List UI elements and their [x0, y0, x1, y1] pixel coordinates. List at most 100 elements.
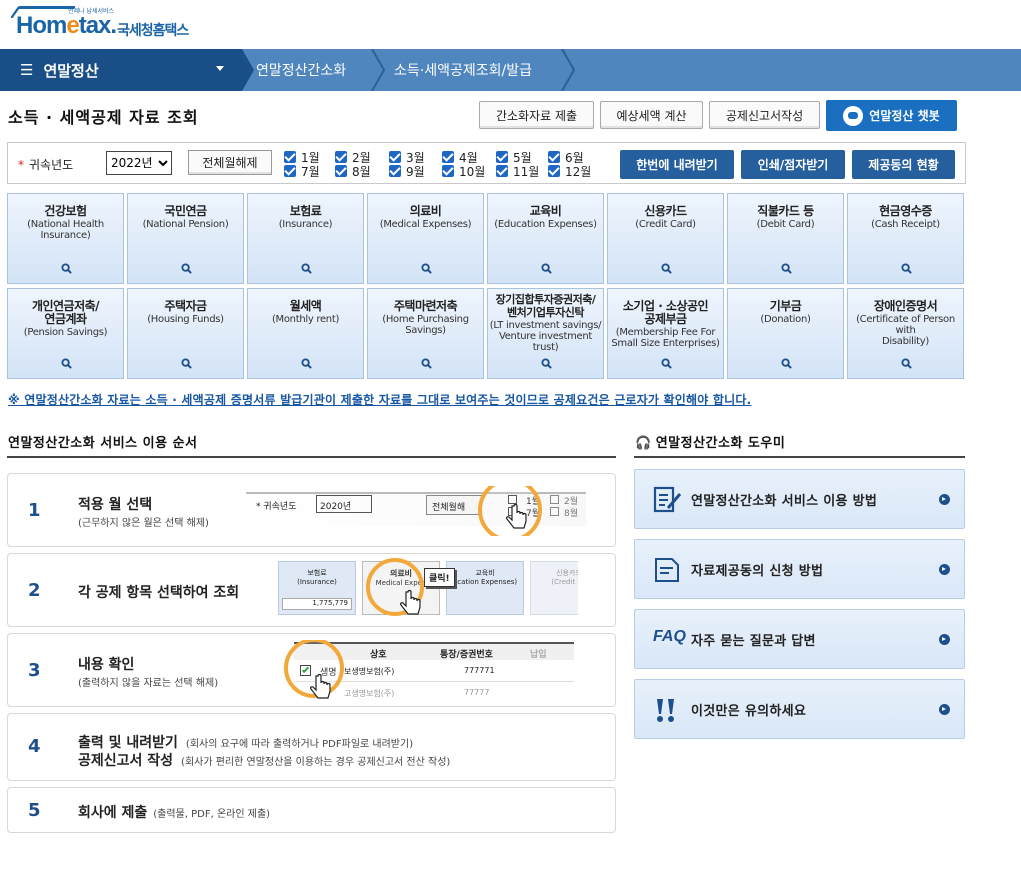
step-2: 2 각 공제 항목 선택하여 조회 보험료 (Insurance) 1,775,7…: [7, 553, 616, 627]
category-tile[interactable]: 신용카드 (Credit Card): [607, 193, 724, 284]
search-icon: [541, 358, 552, 369]
nav-separator-icon: [561, 49, 576, 91]
checkbox-checked-icon: [389, 151, 401, 163]
ill-cell: 고생명보험(주): [344, 689, 395, 698]
estimated-tax-button[interactable]: 예상세액 계산: [600, 101, 703, 129]
category-tile[interactable]: 소기업 · 소상공인 공제부금 (Membership Fee For Small…: [607, 288, 724, 379]
category-tile[interactable]: 월세액 (Monthly rent): [247, 288, 364, 379]
chevron-down-icon: [216, 66, 224, 71]
step-title: 출력 및 내려받기 (회사의 요구에 따라 출력하거나 PDF파일로 내려받기): [78, 735, 414, 751]
search-icon: [661, 263, 672, 274]
step-1: 1 적용 월 선택 (근무하지 않은 월은 선택 해제) * 귀속년도 2020…: [7, 473, 616, 547]
category-tile[interactable]: 국민연금 (National Pension): [127, 193, 244, 284]
clear-all-months-button[interactable]: 전체월해제: [188, 150, 272, 175]
category-tile[interactable]: 주택자금 (Housing Funds): [127, 288, 244, 379]
ill-category: 신용카드(Credit Ca: [530, 561, 578, 615]
checkbox-checked-icon: [442, 151, 454, 163]
step-number: 2: [28, 580, 41, 601]
category-english: (Medical Expenses): [379, 219, 472, 230]
arrow-right-icon: [939, 564, 950, 575]
category-title: 개인연금저축/ 연금계좌: [31, 299, 100, 326]
ill-cell: 77777: [464, 688, 490, 697]
help-label: 이것만은 유의하세요: [691, 704, 807, 719]
category-title: 교육비: [529, 204, 562, 218]
help-caution[interactable]: 이것만은 유의하세요: [634, 679, 965, 739]
pointer-hand-icon: [506, 504, 527, 529]
breadcrumb-item[interactable]: 연말정산간소화: [256, 49, 346, 91]
divider: [634, 456, 965, 458]
month-checkbox[interactable]: 7월: [284, 164, 320, 179]
ill-year-select: 2020년: [316, 495, 372, 513]
nav-main-menu[interactable]: ☰ 연말정산: [0, 49, 238, 91]
step-number: 1: [28, 500, 41, 521]
help-usage-guide[interactable]: 연말정산간소화 서비스 이용 방법: [634, 469, 965, 529]
chatbot-button[interactable]: 연말정산 챗봇: [826, 100, 957, 131]
category-title: 주택마련저축: [393, 299, 458, 313]
category-english: (National Pension): [142, 219, 229, 230]
category-title: 직불카드 등: [757, 204, 814, 218]
search-icon: [781, 358, 792, 369]
checkbox-checked-icon: [548, 151, 560, 163]
category-english: (Home Purchasing Savings): [382, 314, 469, 336]
document-pen-icon: [653, 486, 682, 513]
month-checkbox[interactable]: 10월: [442, 164, 485, 179]
ill-category: 보험료 (Insurance) 1,775,779: [278, 561, 356, 615]
category-english: (Cash Receipt): [871, 219, 940, 230]
month-checkbox[interactable]: 9월: [389, 164, 425, 179]
category-english: (Monthly rent): [271, 314, 340, 325]
hometax-logo[interactable]: 언제나 납세서비스 Hometax. 국세청홈택스: [9, 6, 214, 42]
category-english: (Pension Savings): [23, 327, 108, 338]
category-title: 현금영수증: [879, 204, 932, 218]
page-title: 소득 · 세액공제 자료 조회: [8, 108, 199, 127]
deduction-form-button[interactable]: 공제신고서작성: [709, 101, 820, 129]
category-tile[interactable]: 건강보험 (National Health Insurance): [7, 193, 124, 284]
search-icon: [181, 358, 192, 369]
print-braille-button[interactable]: 인쇄/점자받기: [741, 150, 845, 179]
category-tile[interactable]: 보험료 (Insurance): [247, 193, 364, 284]
checkbox-checked-icon: [548, 165, 560, 177]
search-icon: [901, 263, 912, 274]
category-tile[interactable]: 현금영수증 (Cash Receipt): [847, 193, 964, 284]
ill-checkbox-icon: [550, 495, 559, 504]
step-title: 회사에 제출 (출력물, PDF, 온라인 제출): [78, 805, 271, 821]
category-english: (Certificate of Person with Disability): [856, 314, 955, 347]
checkbox-checked-icon: [389, 165, 401, 177]
category-tile[interactable]: 주택마련저축 (Home Purchasing Savings): [367, 288, 484, 379]
ill-cell: 777771: [464, 666, 495, 675]
simplified-data-submit-button[interactable]: 간소화자료 제출: [479, 101, 594, 129]
category-title: 기부금: [769, 299, 802, 313]
ill-clear-button: 전체월해: [426, 495, 482, 515]
category-english: (Insurance): [278, 219, 333, 230]
help-faq[interactable]: FAQ 자주 묻는 질문과 답변: [634, 609, 965, 669]
menu-icon: ☰: [20, 61, 34, 79]
consent-status-button[interactable]: 제공동의 현황: [852, 150, 955, 179]
category-tile[interactable]: 장애인증명서 (Certificate of Person with Disabi…: [847, 288, 964, 379]
category-tile[interactable]: 장기집합투자증권저축/ 벤처기업투자신탁 (LT investment savin…: [487, 288, 604, 379]
category-tile[interactable]: 기부금 (Donation): [727, 288, 844, 379]
breadcrumb-item[interactable]: 소득·세액공제조회/발급: [394, 49, 532, 91]
year-select[interactable]: 2022년: [106, 151, 172, 175]
month-checkbox[interactable]: 8월: [335, 164, 371, 179]
checkbox-checked-icon: [335, 151, 347, 163]
nav-separator-icon: [371, 49, 386, 91]
search-icon: [541, 263, 552, 274]
chatbot-icon: [843, 105, 864, 126]
logo-wordmark: Hometax.: [16, 12, 117, 39]
step-title: 적용 월 선택: [78, 497, 153, 513]
steps-heading: 연말정산간소화 서비스 이용 순서: [8, 436, 198, 451]
ill-month-label: 8월: [564, 509, 579, 519]
category-tile[interactable]: 의료비 (Medical Expenses): [367, 193, 484, 284]
help-label: 연말정산간소화 서비스 이용 방법: [691, 494, 878, 509]
category-tile[interactable]: 교육비 (Education Expenses): [487, 193, 604, 284]
notice-text: ※ 연말정산간소화 자료는 소득 · 세액공제 증명서류 발급기관이 제출한 자…: [8, 393, 752, 407]
month-checkbox[interactable]: 12월: [548, 164, 591, 179]
step-5: 5 회사에 제출 (출력물, PDF, 온라인 제출): [7, 787, 616, 833]
logo-korean: 국세청홈택스: [117, 23, 189, 39]
category-tile[interactable]: 직불카드 등 (Debit Card): [727, 193, 844, 284]
help-consent-guide[interactable]: 자료제공동의 신청 방법: [634, 539, 965, 599]
step-3: 3 내용 확인 (출력하지 않을 자료는 선택 해제) 상호 통장/증권번호 납…: [7, 633, 616, 707]
checkbox-checked-icon: [335, 165, 347, 177]
category-tile[interactable]: 개인연금저축/ 연금계좌 (Pension Savings): [7, 288, 124, 379]
download-all-button[interactable]: 한번에 내려받기: [620, 150, 734, 179]
month-checkbox[interactable]: 11월: [496, 164, 539, 179]
